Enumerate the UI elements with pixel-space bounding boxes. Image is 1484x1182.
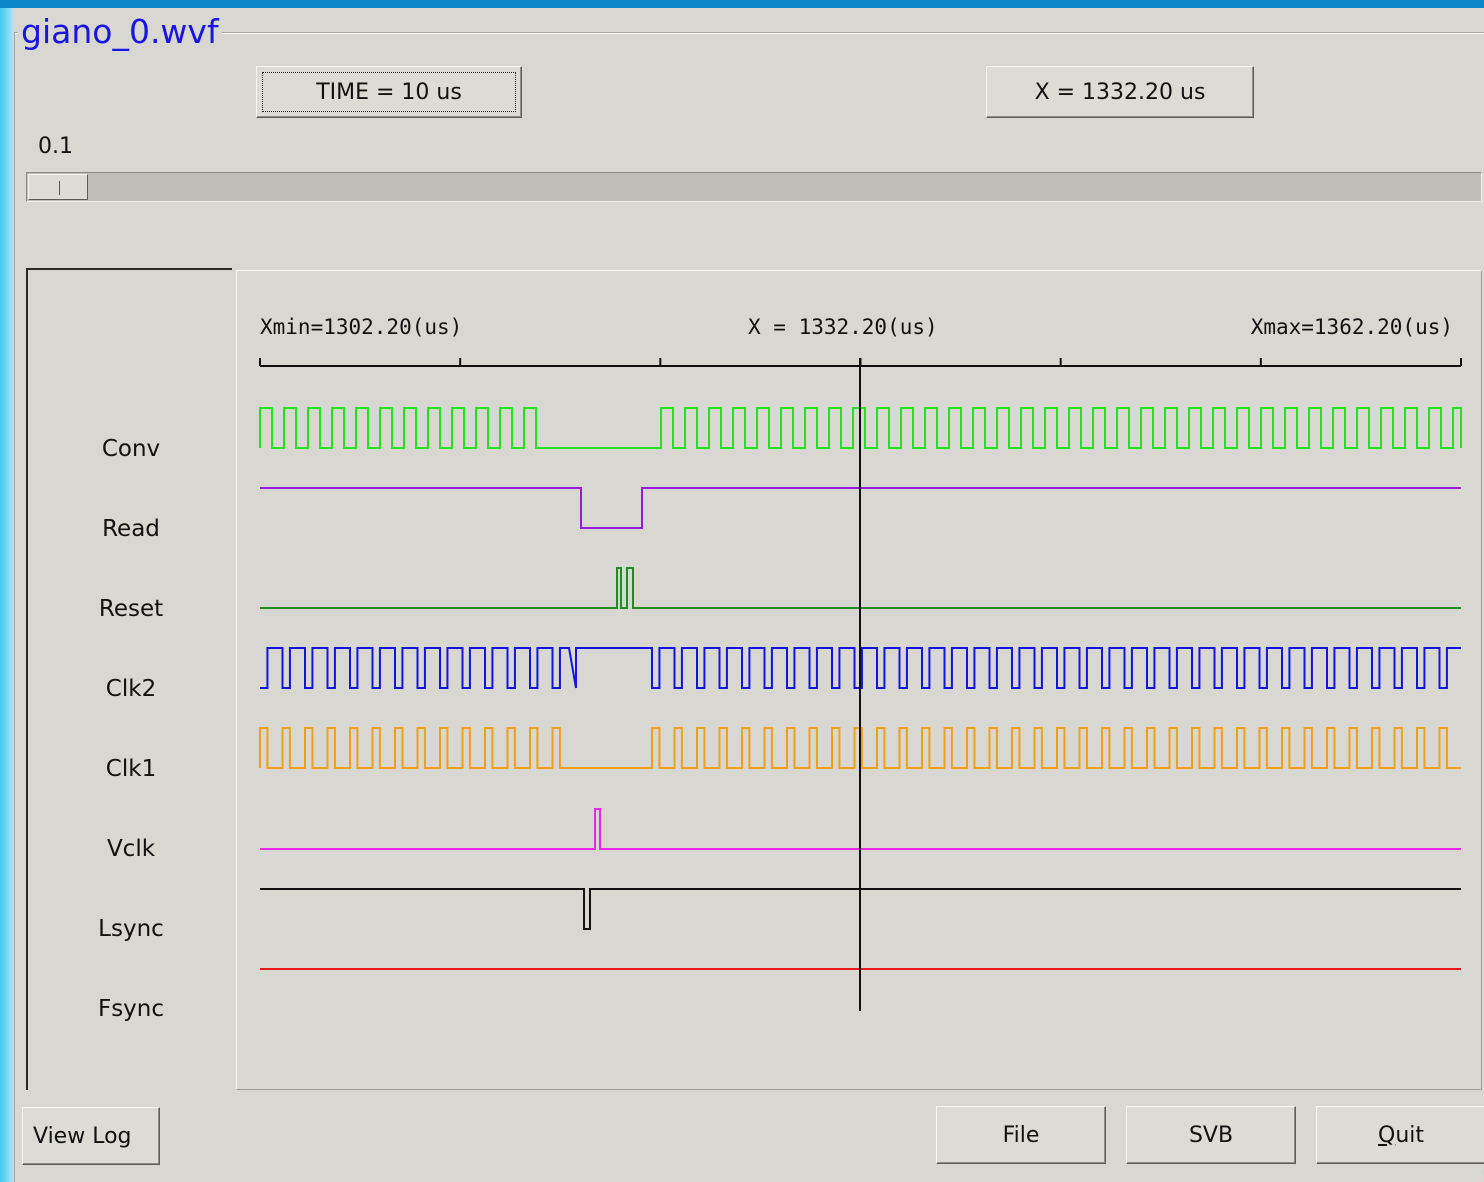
waveform-canvas[interactable]: Xmin=1302.20(us) X = 1332.20(us) Xmax=13… — [236, 270, 1482, 1090]
svb-label: SVB — [1188, 1122, 1234, 1148]
view-log-button[interactable]: View Log — [22, 1107, 160, 1165]
xmin-label: Xmin=1302.20(us) — [260, 315, 462, 339]
quit-label: Quit — [1377, 1122, 1424, 1148]
waveform-svg: Xmin=1302.20(us) X = 1332.20(us) Xmax=13… — [259, 315, 1462, 1011]
xmax-label: Xmax=1362.20(us) — [1251, 315, 1453, 339]
view-log-label: View Log — [33, 1123, 132, 1149]
quit-button[interactable]: Quit — [1316, 1106, 1484, 1164]
waveform-viewer-frame: giano_0.wvf TIME = 10 us X = 1332.20 us … — [14, 8, 1484, 1182]
svb-button[interactable]: SVB — [1126, 1106, 1296, 1164]
cursor-label: X = 1332.20(us) — [748, 315, 938, 339]
file-button[interactable]: File — [936, 1106, 1106, 1164]
file-label: File — [1002, 1122, 1040, 1148]
